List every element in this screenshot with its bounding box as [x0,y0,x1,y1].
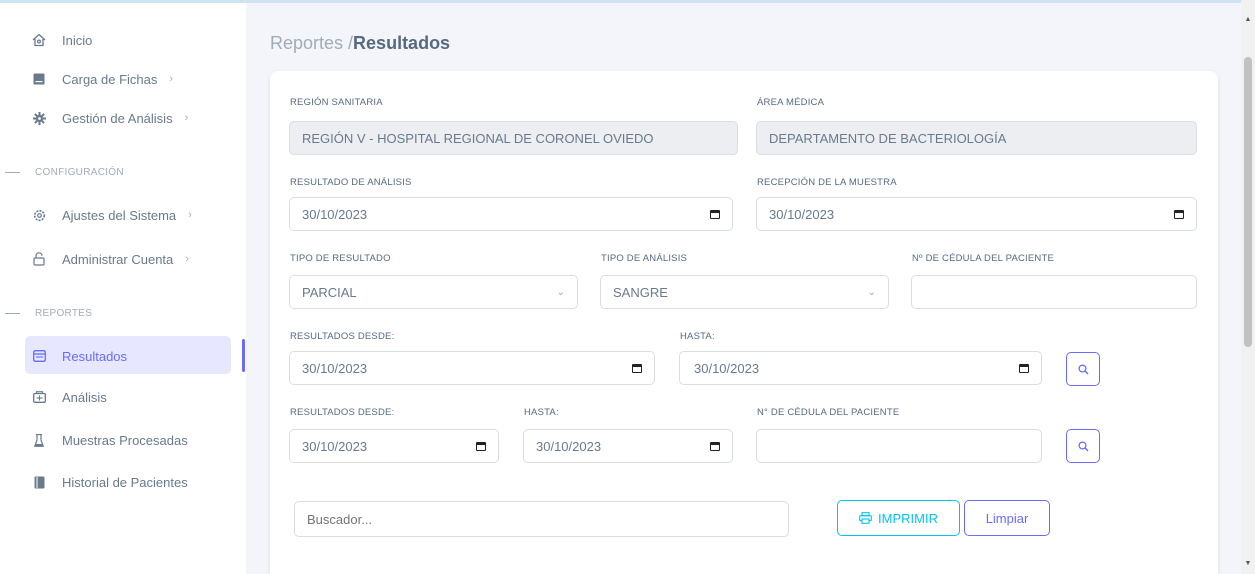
chevron-right-icon: › [169,73,174,85]
section-label: REPORTES [35,307,93,319]
window-icon [32,349,46,363]
print-button[interactable]: IMPRIMIR [837,500,960,536]
resultado-label: RESULTADO DE ANÁLISIS [290,177,412,188]
cedula-label: Nº DE CÉDULA DEL PACIENTE [912,253,1055,264]
chevron-down-icon: ⌄ [556,286,565,298]
chevron-right-icon: › [185,253,189,265]
sidebar-item-muestras[interactable]: Muestras Procesadas [32,429,188,451]
area-value: DEPARTAMENTO DE BACTERIOLOGÍA [769,130,1007,146]
recepcion-value: 30/10/2023 [769,206,835,222]
calendar-icon[interactable] [632,363,642,373]
chevron-right-icon: › [184,112,189,124]
clear-label: Limpiar [985,510,1029,526]
calendar-icon[interactable] [710,209,720,219]
cedula2-label: N° DE CÉDULA DEL PACIENTE [757,407,900,418]
desde1-label: RESULTADOS DESDE: [290,331,395,342]
sidebar-item-label: Historial de Pacientes [62,474,188,490]
tipo-resultado-select[interactable]: PARCIAL ⌄ [289,275,578,309]
calendar-icon[interactable] [1019,363,1029,373]
scrollbar-thumb[interactable] [1244,57,1252,347]
area-label: ÁREA MÉDICA [757,97,825,108]
recepcion-date-input[interactable]: 30/10/2023 [756,197,1197,231]
desde2-date-input[interactable]: 30/10/2023 [289,429,499,463]
printer-icon [859,512,872,524]
search-icon [1077,440,1088,451]
page-title: Resultados [353,33,451,53]
tipo-resultado-value: PARCIAL [302,284,357,300]
cedula2-input[interactable] [756,429,1042,463]
sidebar-item-inicio[interactable]: Inicio [32,29,92,51]
box-icon [32,390,46,404]
sidebar-item-label: Administrar Cuenta [62,251,174,267]
search-button[interactable] [1066,352,1100,386]
breadcrumb-parent[interactable]: Reportes / [270,33,353,53]
section-configuracion: CONFIGURACIÓN [0,164,124,180]
sidebar-item-label: Carga de Fichas [62,71,158,87]
chevron-right-icon: › [188,209,192,221]
recepcion-label: RECEPCIÓN DE LA MUESTRA [757,177,897,188]
tipo-analisis-label: TIPO DE ANÁLISIS [601,253,688,264]
sidebar-item-ajustes[interactable]: Ajustes del Sistema › [32,204,192,226]
search-button-2[interactable] [1066,429,1100,463]
calendar-icon[interactable] [1174,209,1184,219]
desde2-value: 30/10/2023 [302,438,368,454]
divider [5,171,20,173]
desde1-value: 30/10/2023 [302,360,368,376]
sidebar-item-analisis[interactable]: Análisis [32,386,107,408]
sidebar-item-label: Análisis [62,389,107,405]
hasta2-value: 30/10/2023 [536,438,602,454]
hasta1-value: 30/10/2023 [694,360,760,376]
cedula-input[interactable] [911,275,1197,309]
scroll-up-icon[interactable]: ▲ [1244,16,1252,23]
sidebar-item-historial[interactable]: Historial de Pacientes [32,471,188,493]
flask-icon [32,433,46,447]
lock-icon [32,252,46,266]
search-input[interactable] [294,501,789,537]
desde1-date-input[interactable]: 30/10/2023 [289,351,655,385]
region-field: REGIÓN V - HOSPITAL REGIONAL DE CORONEL … [289,121,738,155]
divider [5,312,20,314]
section-label: CONFIGURACIÓN [35,166,124,178]
region-value: REGIÓN V - HOSPITAL REGIONAL DE CORONEL … [302,130,654,146]
tipo-analisis-select[interactable]: SANGRE ⌄ [600,275,889,309]
section-reportes: REPORTES [0,305,92,321]
file-icon [32,72,46,86]
settings-icon [32,208,46,222]
sidebar-item-label: Resultados [62,348,128,364]
resultado-value: 30/10/2023 [302,206,368,222]
hasta1-label: HASTA: [680,331,715,342]
sidebar-item-resultados[interactable]: Resultados [32,345,127,367]
home-icon [32,33,46,47]
breadcrumb: Reportes /Resultados [270,33,450,54]
print-label: IMPRIMIR [878,510,938,526]
gear-icon [32,111,46,125]
sidebar-item-label: Muestras Procesadas [62,432,188,448]
hasta2-date-input[interactable]: 30/10/2023 [523,429,733,463]
desde2-label: RESULTADOS DESDE: [290,407,395,418]
resultado-date-input[interactable]: 30/10/2023 [289,197,733,231]
sidebar-item-label: Ajustes del Sistema [62,207,177,223]
tipo-resultado-label: TIPO DE RESULTADO [290,253,391,264]
tipo-analisis-value: SANGRE [613,284,668,300]
chevron-down-icon: ⌄ [867,286,876,298]
active-indicator [242,339,245,372]
scroll-down-icon[interactable]: ▼ [1244,560,1252,567]
sidebar-item-gestion-analisis[interactable]: Gestión de Análisis › [32,107,188,129]
book-icon [32,475,46,489]
search-icon [1077,363,1088,374]
hasta1-date-input[interactable]: 30/10/2023 [679,351,1042,385]
sidebar-item-label: Inicio [62,32,93,48]
calendar-icon[interactable] [710,441,720,451]
hasta2-label: HASTA: [524,407,559,418]
sidebar-item-carga-fichas[interactable]: Carga de Fichas › [32,68,173,90]
clear-button[interactable]: Limpiar [964,500,1050,536]
area-field: DEPARTAMENTO DE BACTERIOLOGÍA [756,121,1197,155]
sidebar-item-administrar-cuenta[interactable]: Administrar Cuenta › [32,248,189,270]
sidebar-item-label: Gestión de Análisis [62,110,173,126]
region-label: REGIÓN SANITARIA [290,97,383,108]
calendar-icon[interactable] [476,441,486,451]
